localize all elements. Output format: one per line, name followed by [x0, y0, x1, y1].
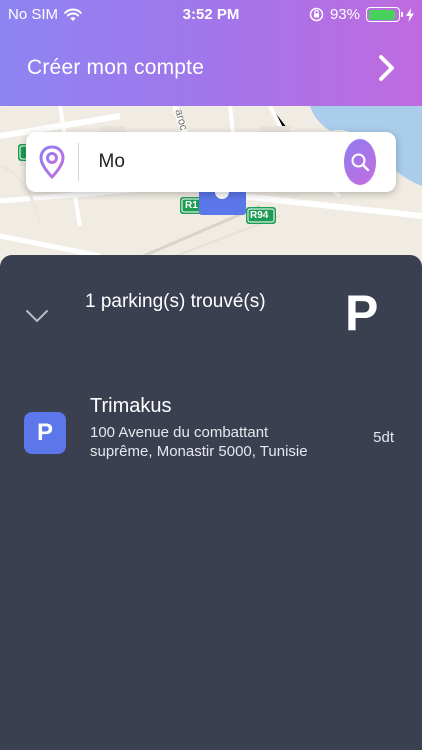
parking-price: 5dt: [373, 429, 394, 446]
app-header: No SIM 3:52 PM 93% Créer mon compte: [0, 0, 422, 106]
status-right: 93%: [309, 6, 414, 23]
map-road-label-r1: R1: [185, 200, 198, 211]
parking-list-item[interactable]: P Trimakus 100 Avenue du combattant supr…: [0, 395, 422, 485]
parking-icon: P: [24, 412, 66, 454]
location-pin-wrapper: [26, 143, 79, 181]
status-bar: No SIM 3:52 PM 93%: [0, 0, 422, 28]
location-pin-icon: [39, 145, 65, 180]
charging-icon: [406, 7, 414, 22]
rotation-lock-icon: [309, 7, 324, 22]
search-bar: [26, 132, 396, 192]
results-panel: 1 parking(s) trouvé(s) P P Trimakus 100 …: [0, 255, 422, 750]
create-account-label: Créer mon compte: [27, 56, 205, 79]
collapse-chevron-icon[interactable]: [24, 303, 50, 327]
search-icon: [351, 153, 369, 172]
parking-badge: P: [345, 285, 379, 341]
create-account-row[interactable]: Créer mon compte: [0, 40, 422, 96]
search-button[interactable]: [343, 139, 376, 185]
map-road-label-r94: R94: [250, 210, 269, 221]
chevron-right-icon[interactable]: [378, 54, 396, 82]
results-header: 1 parking(s) trouvé(s) P: [0, 285, 422, 345]
parking-name: Trimakus: [90, 395, 172, 417]
results-count: 1 parking(s) trouvé(s): [85, 291, 266, 312]
search-input[interactable]: [78, 151, 344, 173]
battery-icon: [366, 7, 403, 22]
battery-percent: 93%: [329, 6, 360, 23]
parking-address: 100 Avenue du combattant suprême, Monast…: [90, 424, 308, 460]
